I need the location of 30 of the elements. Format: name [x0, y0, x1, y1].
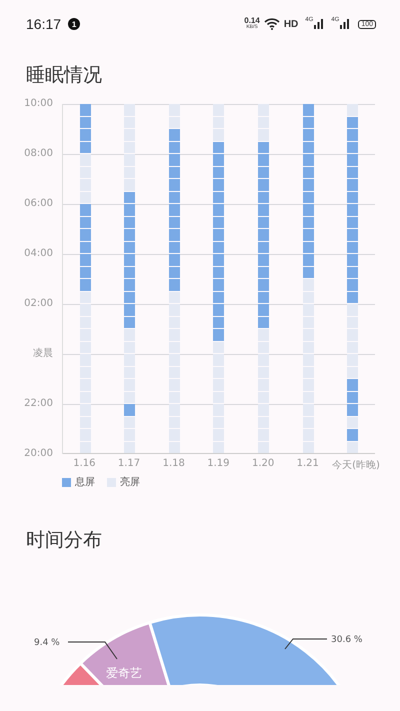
percent-label: 9.4 %: [34, 638, 60, 648]
axis-label: 04:00: [24, 248, 53, 259]
signal-icon: [314, 19, 324, 29]
axis-label: 20:00: [24, 448, 53, 459]
axis-label: 1.18: [162, 458, 185, 469]
hd-indicator: HD: [284, 18, 298, 30]
leader-line: [68, 642, 118, 660]
axis-label: 1.21: [296, 458, 319, 469]
section-title: 时间分布: [26, 528, 103, 553]
status-time: 16:17: [26, 16, 62, 32]
axis-label: 今天(昨晚): [332, 460, 380, 471]
wifi-icon: [264, 18, 280, 30]
signal-icon: [340, 19, 350, 29]
axis-label: 凌晨: [33, 348, 53, 359]
legend-label: 息屏: [75, 476, 95, 489]
axis-label: 1.17: [118, 458, 140, 469]
axis-label: 1.19: [207, 458, 230, 469]
axis-label: 02:00: [24, 298, 53, 309]
axis-label: 10:00: [24, 98, 53, 109]
leader-line: [284, 638, 328, 650]
axis-label: 1.16: [73, 458, 96, 469]
axis-label: 1.20: [252, 458, 274, 469]
axis-label: 08:00: [24, 148, 53, 159]
notification-badge: 1: [68, 18, 80, 30]
slice-label: 爱奇艺: [106, 666, 142, 680]
percent-label: 30.6 %: [331, 635, 362, 645]
legend-label: 亮屏: [120, 476, 140, 489]
section-title: 睡眠情况: [26, 63, 103, 88]
axis-label: 06:00: [24, 198, 53, 209]
axis-label: 22:00: [24, 398, 53, 409]
